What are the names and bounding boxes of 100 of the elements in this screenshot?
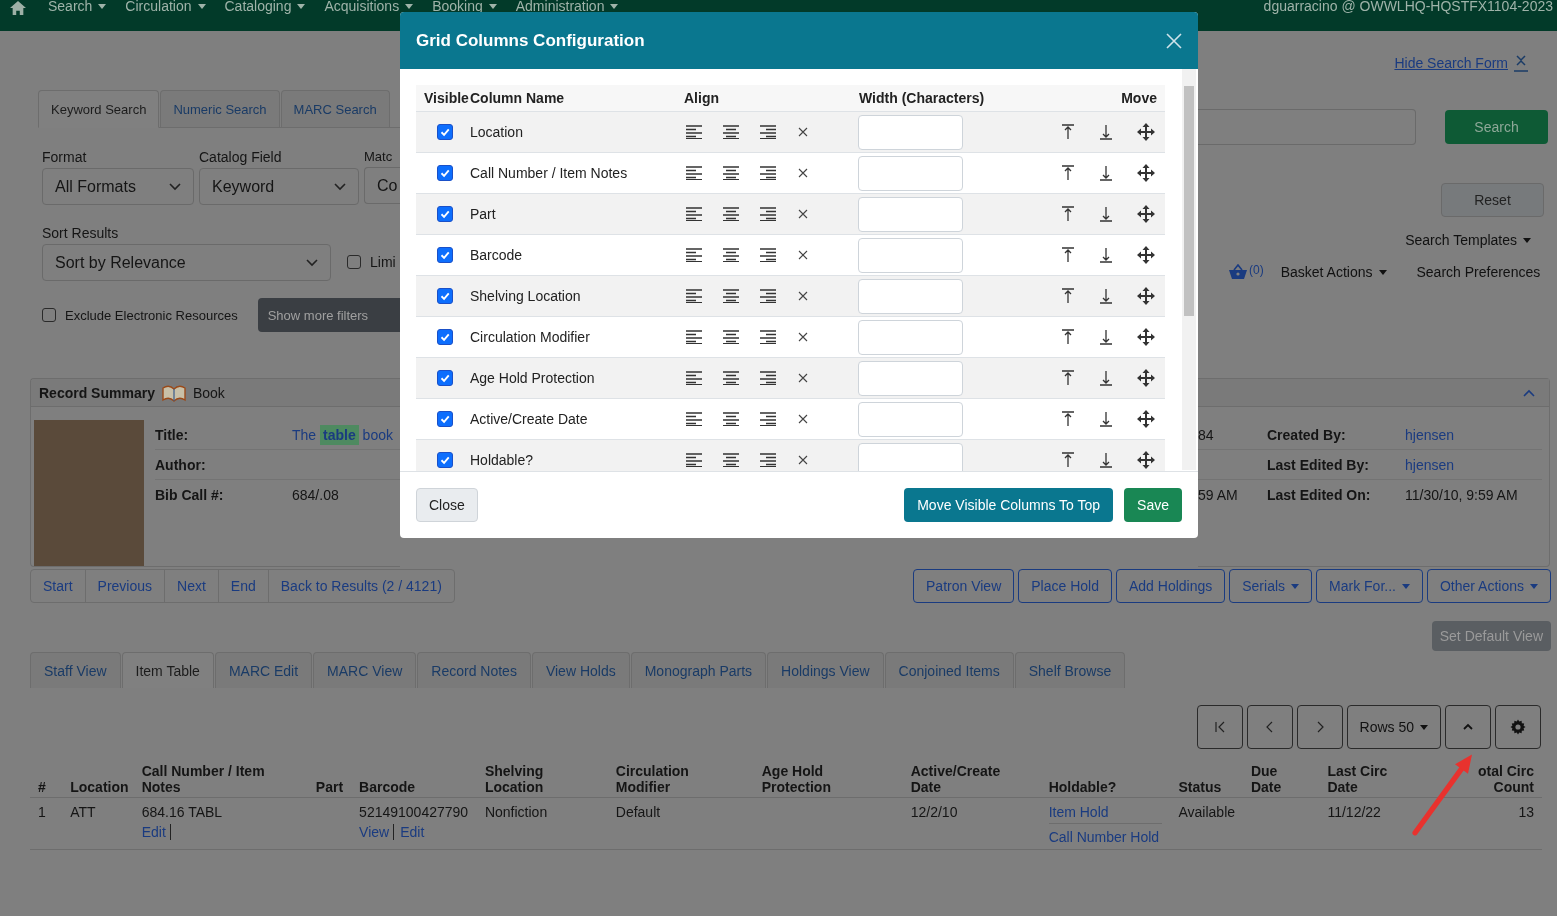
record-nav-link[interactable]: Back to Results (2 / 4121) <box>268 570 454 602</box>
dropdown-field[interactable]: Sort by Relevance <box>42 244 331 281</box>
width-input-field[interactable] <box>858 196 963 232</box>
move-to-top-icon[interactable] <box>1061 452 1075 468</box>
move-to-top-icon[interactable] <box>1061 411 1075 427</box>
set-default-view-button[interactable]: Set Default View <box>1431 621 1551 651</box>
search-preferences-link[interactable]: Search Preferences <box>1416 264 1541 280</box>
nav-menu[interactable]: Acquisitions <box>324 0 414 12</box>
align-center-icon[interactable] <box>723 453 739 467</box>
collapse-button[interactable] <box>1445 705 1491 749</box>
width-input-field[interactable] <box>858 442 963 471</box>
width-input-field[interactable] <box>858 155 963 191</box>
align-left-icon[interactable] <box>686 371 702 385</box>
width-input-field[interactable] <box>858 319 963 355</box>
align-center-icon[interactable] <box>723 330 739 344</box>
align-right-icon[interactable] <box>760 412 776 426</box>
move-to-bottom-icon[interactable] <box>1099 165 1113 181</box>
record-tab[interactable]: MARC View <box>313 652 417 688</box>
checkbox[interactable] <box>437 206 453 222</box>
width-input-field[interactable] <box>858 360 963 396</box>
align-right-icon[interactable] <box>760 453 776 467</box>
clear-icon[interactable] <box>798 209 808 219</box>
align-right-icon[interactable] <box>760 248 776 262</box>
record-tab[interactable]: Record Notes <box>417 652 531 688</box>
clear-icon[interactable] <box>798 168 808 178</box>
record-nav-link[interactable]: Previous <box>85 570 166 602</box>
checkbox[interactable] <box>437 124 453 140</box>
user-link[interactable]: hjensen <box>1405 426 1455 443</box>
collapse-icon[interactable] <box>1514 54 1528 72</box>
previous-page-button[interactable] <box>1246 705 1293 749</box>
width-input-field[interactable] <box>858 237 963 273</box>
next-page-button[interactable] <box>1296 705 1343 749</box>
action-button[interactable]: Serials <box>1229 569 1313 603</box>
width-input-field[interactable] <box>858 401 963 437</box>
checkbox[interactable] <box>437 165 453 181</box>
action-button[interactable]: Add Holdings <box>1115 569 1226 603</box>
align-right-icon[interactable] <box>760 371 776 385</box>
move-icon[interactable] <box>1137 205 1155 223</box>
clear-icon[interactable] <box>798 414 808 424</box>
checkbox[interactable] <box>437 329 453 345</box>
align-center-icon[interactable] <box>723 166 739 180</box>
basket-actions-menu[interactable]: Basket Actions <box>1280 264 1387 280</box>
move-to-top-icon[interactable] <box>1061 370 1075 386</box>
cell-link[interactable]: Item Hold <box>1048 804 1163 824</box>
checkbox[interactable] <box>42 308 56 322</box>
align-center-icon[interactable] <box>723 412 739 426</box>
search-templates-menu[interactable]: Search Templates <box>1405 232 1531 248</box>
cell-link[interactable]: Edit <box>141 824 171 840</box>
move-to-bottom-icon[interactable] <box>1099 411 1113 427</box>
hide-search-form-link[interactable]: Hide Search Form <box>1394 55 1508 71</box>
clear-icon[interactable] <box>798 455 808 465</box>
cell-link[interactable]: Call Number Hold <box>1048 829 1163 845</box>
move-icon[interactable] <box>1137 246 1155 264</box>
scrollbar[interactable] <box>1182 69 1196 470</box>
checkbox[interactable] <box>437 370 453 386</box>
align-left-icon[interactable] <box>686 453 702 467</box>
move-to-bottom-icon[interactable] <box>1099 329 1113 345</box>
record-nav-link[interactable]: End <box>218 570 269 602</box>
reset-button[interactable]: Reset <box>1441 183 1544 217</box>
chevron-up-icon[interactable] <box>1523 388 1535 397</box>
clear-icon[interactable] <box>798 332 808 342</box>
action-button[interactable]: Patron View <box>913 569 1015 603</box>
checkbox[interactable] <box>347 255 361 269</box>
dropdown-field[interactable]: Keyword <box>199 168 359 205</box>
record-tab[interactable]: Holdings View <box>767 652 884 688</box>
nav-menu[interactable]: Search <box>48 0 107 12</box>
action-button[interactable]: Place Hold <box>1018 569 1112 603</box>
align-right-icon[interactable] <box>760 207 776 221</box>
title-link[interactable]: The table book <box>292 426 393 443</box>
search-input-field[interactable] <box>1198 109 1416 145</box>
move-visible-columns-button[interactable]: Move Visible Columns To Top <box>904 488 1114 522</box>
align-left-icon[interactable] <box>686 166 702 180</box>
checkbox[interactable] <box>437 452 453 468</box>
close-button[interactable]: Close <box>416 488 478 522</box>
move-to-top-icon[interactable] <box>1061 329 1075 345</box>
nav-menu[interactable]: Cataloging <box>224 0 306 12</box>
align-right-icon[interactable] <box>760 330 776 344</box>
align-center-icon[interactable] <box>723 125 739 139</box>
align-center-icon[interactable] <box>723 207 739 221</box>
search-tab[interactable]: Numeric Search <box>160 90 280 127</box>
user-link[interactable]: hjensen <box>1405 456 1455 473</box>
record-tab[interactable]: Conjoined Items <box>884 652 1014 688</box>
checkbox[interactable] <box>437 288 453 304</box>
align-center-icon[interactable] <box>723 248 739 262</box>
align-left-icon[interactable] <box>686 125 702 139</box>
record-tab[interactable]: Monograph Parts <box>630 652 767 688</box>
nav-menu[interactable]: Booking <box>432 0 497 12</box>
nav-menu[interactable]: Administration <box>515 0 619 12</box>
align-right-icon[interactable] <box>760 166 776 180</box>
close-icon[interactable] <box>1166 32 1182 49</box>
align-right-icon[interactable] <box>760 125 776 139</box>
cell-link[interactable]: View <box>359 824 395 840</box>
move-to-bottom-icon[interactable] <box>1099 370 1113 386</box>
move-icon[interactable] <box>1137 451 1155 469</box>
align-left-icon[interactable] <box>686 207 702 221</box>
align-left-icon[interactable] <box>686 248 702 262</box>
move-icon[interactable] <box>1137 287 1155 305</box>
record-nav-link[interactable]: Start <box>31 570 86 602</box>
width-input-field[interactable] <box>858 278 963 314</box>
move-to-top-icon[interactable] <box>1061 165 1075 181</box>
